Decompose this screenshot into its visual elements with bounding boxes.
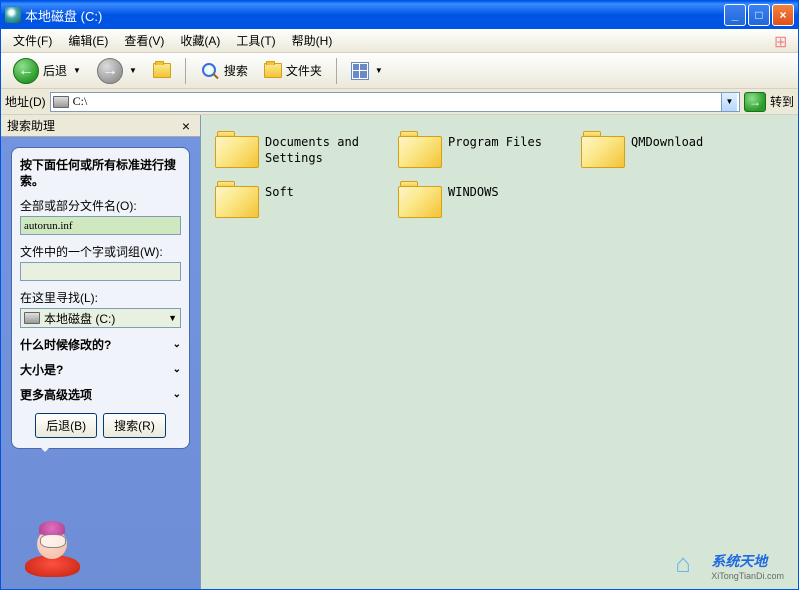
content-pane[interactable]: Documents and Settings Program Files QMD… (201, 115, 798, 589)
go-label: 转到 (770, 93, 794, 110)
menu-favorites[interactable]: 收藏(A) (172, 30, 228, 51)
content-input[interactable] (20, 262, 181, 281)
folder-icon (398, 179, 442, 217)
lookin-label: 在这里寻找(L): (20, 289, 181, 306)
watermark-url: XiTongTianDi.com (711, 571, 784, 581)
folder-icon (215, 129, 259, 167)
search-icon (200, 61, 220, 81)
folder-icon (264, 63, 282, 78)
more-options-expander[interactable]: 更多高级选项 ⌄ (20, 386, 181, 403)
separator (185, 58, 186, 84)
search-label: 搜索 (224, 62, 248, 79)
folder-label: WINDOWS (448, 179, 499, 201)
disk-icon (53, 96, 69, 108)
up-button[interactable] (147, 57, 177, 85)
folder-icon (581, 129, 625, 167)
chevron-down-icon: ▼ (375, 66, 383, 75)
close-button[interactable]: × (772, 4, 794, 26)
folder-item[interactable]: Documents and Settings (213, 127, 388, 169)
watermark-brand: 系统天地 (711, 551, 784, 571)
folder-item[interactable]: WINDOWS (396, 177, 571, 219)
lookin-select[interactable]: 本地磁盘 (C:) ▼ (20, 308, 181, 328)
folder-label: QMDownload (631, 129, 703, 151)
titlebar: 本地磁盘 (C:) _ □ × (1, 1, 798, 29)
disk-icon (5, 7, 21, 23)
when-modified-label: 什么时候修改的? (20, 336, 111, 353)
body-area: 搜索助理 × ➔ 按下面任何或所有标准进行搜索。 全部或部分文件名(O): 文件… (1, 115, 798, 589)
menu-file[interactable]: 文件(F) (5, 30, 60, 51)
watermark-icon (679, 552, 707, 580)
back-button[interactable]: ← 后退 ▼ (7, 57, 87, 85)
search-close-button[interactable]: × (178, 118, 194, 134)
search-assistant-character[interactable] (1, 519, 200, 589)
filename-label: 全部或部分文件名(O): (20, 197, 181, 214)
folder-icon (398, 129, 442, 167)
window-controls: _ □ × (724, 4, 794, 26)
folders-button[interactable]: 文件夹 (258, 57, 328, 85)
windows-logo-icon (774, 32, 792, 50)
back-arrow-icon: ← (13, 58, 39, 84)
addressbar: 地址(D) C:\ ▼ → 转到 (1, 89, 798, 115)
address-label: 地址(D) (5, 93, 46, 110)
search-balloon: 按下面任何或所有标准进行搜索。 全部或部分文件名(O): 文件中的一个字或词组(… (11, 147, 190, 449)
folder-label: Documents and Settings (265, 129, 386, 166)
filename-input[interactable] (20, 216, 181, 235)
address-input[interactable]: C:\ ▼ (50, 92, 740, 112)
menu-view[interactable]: 查看(V) (116, 30, 172, 51)
content-label: 文件中的一个字或词组(W): (20, 243, 181, 260)
chevron-down-icon: ▼ (73, 66, 81, 75)
search-button[interactable]: 搜索 (194, 57, 254, 85)
search-pane-title: 搜索助理 (7, 117, 55, 134)
minimize-button[interactable]: _ (724, 4, 746, 26)
back-button[interactable]: 后退(B) (35, 413, 97, 438)
folder-label: Soft (265, 179, 294, 201)
search-body: ➔ 按下面任何或所有标准进行搜索。 全部或部分文件名(O): 文件中的一个字或词… (1, 137, 200, 519)
disk-icon (24, 312, 40, 324)
folder-item[interactable]: Soft (213, 177, 388, 219)
chevron-down-icon: ▼ (168, 313, 177, 323)
button-row: 后退(B) 搜索(R) (20, 413, 181, 438)
window-title: 本地磁盘 (C:) (25, 6, 724, 25)
more-options-label: 更多高级选项 (20, 386, 92, 403)
chevron-down-icon: ⌄ (173, 339, 181, 350)
forward-arrow-icon: → (97, 58, 123, 84)
views-button[interactable]: ▼ (345, 57, 389, 85)
chevron-down-icon: ⌄ (173, 364, 181, 375)
size-expander[interactable]: 大小是? ⌄ (20, 361, 181, 378)
folders-label: 文件夹 (286, 62, 322, 79)
when-modified-expander[interactable]: 什么时候修改的? ⌄ (20, 336, 181, 353)
go-button[interactable]: → (744, 92, 766, 112)
menu-help[interactable]: 帮助(H) (284, 30, 341, 51)
lookin-value: 本地磁盘 (C:) (44, 310, 115, 327)
folder-label: Program Files (448, 129, 542, 151)
folder-item[interactable]: QMDownload (579, 127, 754, 169)
up-folder-icon (153, 63, 171, 78)
views-icon (351, 62, 369, 80)
separator (336, 58, 337, 84)
watermark: 系统天地 XiTongTianDi.com (679, 551, 784, 581)
search-pane: 搜索助理 × ➔ 按下面任何或所有标准进行搜索。 全部或部分文件名(O): 文件… (1, 115, 201, 589)
menubar: 文件(F) 编辑(E) 查看(V) 收藏(A) 工具(T) 帮助(H) (1, 29, 798, 53)
maximize-button[interactable]: □ (748, 4, 770, 26)
folder-grid: Documents and Settings Program Files QMD… (213, 127, 786, 219)
back-label: 后退 (43, 62, 67, 79)
address-value: C:\ (73, 94, 717, 109)
chevron-down-icon: ▼ (129, 66, 137, 75)
menu-edit[interactable]: 编辑(E) (60, 30, 116, 51)
address-dropdown[interactable]: ▼ (721, 93, 737, 111)
folder-item[interactable]: Program Files (396, 127, 571, 169)
chevron-down-icon: ⌄ (173, 389, 181, 400)
menu-tools[interactable]: 工具(T) (228, 30, 283, 51)
forward-button[interactable]: → ▼ (91, 57, 143, 85)
explorer-window: 本地磁盘 (C:) _ □ × 文件(F) 编辑(E) 查看(V) 收藏(A) … (0, 0, 799, 590)
toolbar: ← 后退 ▼ → ▼ 搜索 文件夹 ▼ (1, 53, 798, 89)
balloon-title: 按下面任何或所有标准进行搜索。 (20, 158, 181, 189)
search-button[interactable]: 搜索(R) (103, 413, 166, 438)
size-label: 大小是? (20, 361, 63, 378)
search-header: 搜索助理 × (1, 115, 200, 137)
folder-icon (215, 179, 259, 217)
